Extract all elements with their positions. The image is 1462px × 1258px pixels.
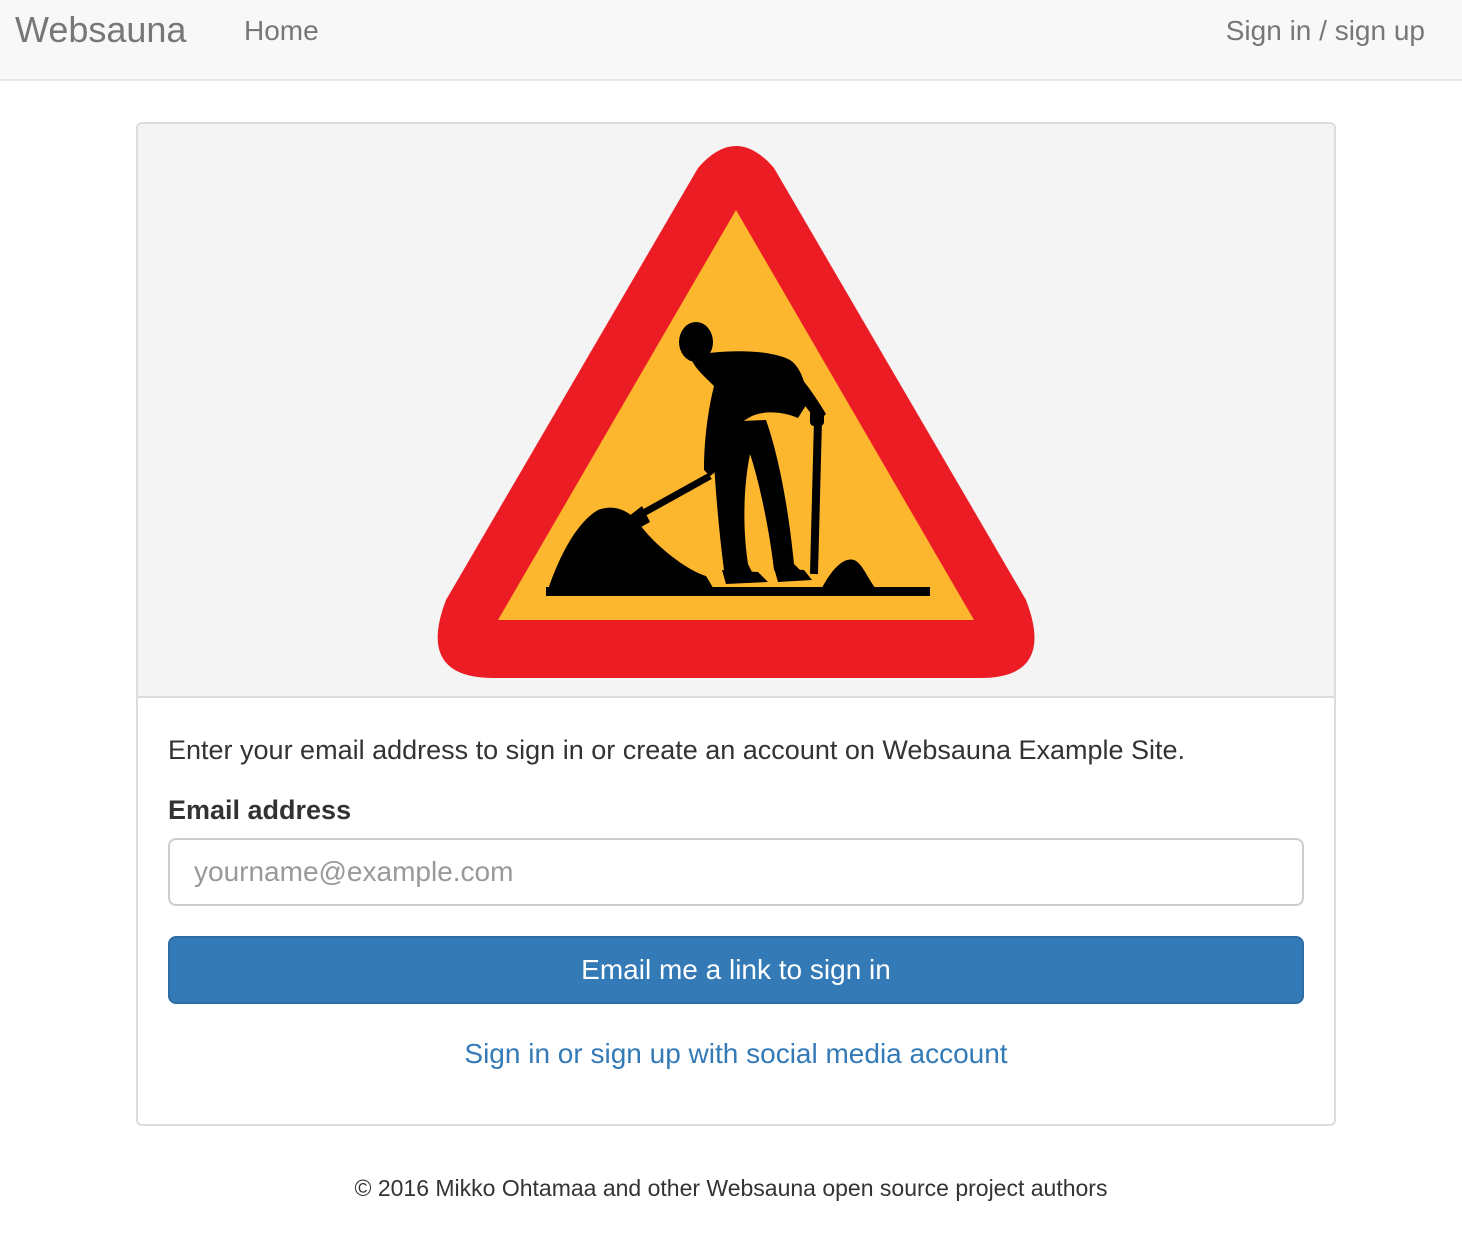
email-field[interactable]	[168, 838, 1304, 906]
login-panel: Enter your email address to sign in or c…	[136, 122, 1336, 1126]
email-signin-link-button[interactable]: Email me a link to sign in	[168, 936, 1304, 1004]
hero-image-area	[138, 124, 1334, 698]
intro-text: Enter your email address to sign in or c…	[168, 735, 1186, 765]
nav-signin-link[interactable]: Sign in / sign up	[1226, 14, 1425, 48]
email-label: Email address	[168, 795, 352, 825]
footer-copyright: © 2016 Mikko Ohtamaa and other Websauna …	[354, 1175, 1108, 1201]
brand-link[interactable]: Websauna	[15, 10, 186, 50]
roadwork-warning-sign-icon	[437, 146, 1035, 678]
top-navbar: Websauna Home Sign in / sign up	[0, 0, 1462, 81]
nav-home-link[interactable]: Home	[244, 14, 319, 48]
social-signin-link[interactable]: Sign in or sign up with social media acc…	[138, 1036, 1334, 1072]
